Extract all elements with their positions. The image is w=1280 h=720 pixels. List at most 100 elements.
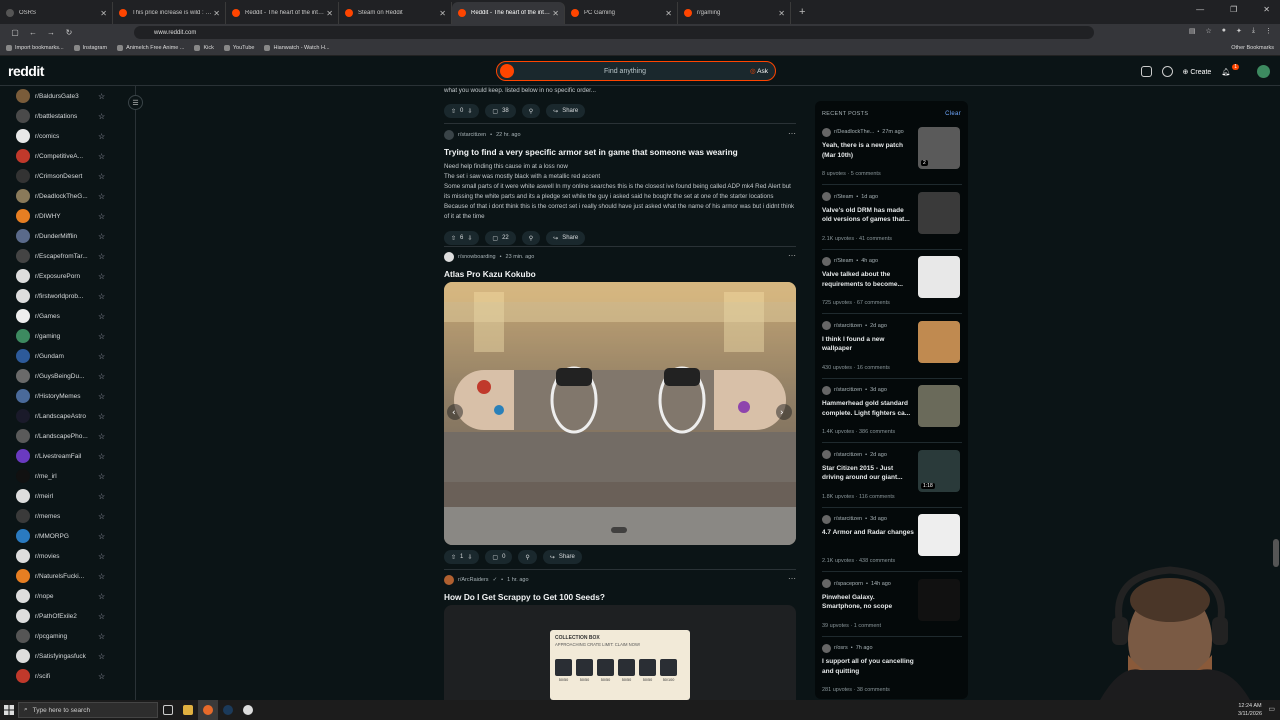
favorite-star-icon[interactable]: ☆: [98, 332, 105, 341]
recent-post-item[interactable]: r/osrs • 7h ago I support all of you cancel…: [822, 643, 962, 699]
browser-tab[interactable]: r/gaming ✕: [678, 2, 791, 24]
favorite-star-icon[interactable]: ☆: [98, 152, 105, 161]
post-subreddit[interactable]: r/snowboarding: [458, 254, 496, 260]
award-button[interactable]: ⚲: [521, 104, 541, 118]
downvote-icon[interactable]: ⇩: [467, 235, 472, 242]
sidebar-toggle-icon[interactable]: ▢: [6, 28, 24, 37]
comments-button[interactable]: ▢ 22: [485, 231, 516, 245]
bookmark-item[interactable]: Import bookmarks...: [6, 45, 64, 51]
recent-post-thumbnail[interactable]: [918, 578, 960, 621]
sidebar-community-item[interactable]: r/ExposurePorn ☆: [0, 266, 135, 286]
recent-post-title[interactable]: 4.7 Armor and Radar changes: [822, 528, 914, 538]
recent-post-title[interactable]: Star Citizen 2015 - Just driving around …: [822, 464, 914, 483]
recent-post-item[interactable]: r/spaceporn • 14h ago Pinwheel Galaxy. Smar…: [822, 578, 962, 643]
other-bookmarks[interactable]: Other Bookmarks: [1231, 45, 1274, 51]
recent-post-thumbnail[interactable]: [918, 191, 960, 234]
favorite-star-icon[interactable]: ☆: [98, 252, 105, 261]
bookmark-item[interactable]: Hianwatch - Watch H...: [264, 45, 330, 51]
favorite-star-icon[interactable]: ☆: [98, 172, 105, 181]
favorite-star-icon[interactable]: ☆: [98, 192, 105, 201]
favorite-star-icon[interactable]: ☆: [98, 372, 105, 381]
favorite-star-icon[interactable]: ☆: [98, 652, 105, 661]
favorite-star-icon[interactable]: ☆: [98, 632, 105, 641]
sidebar-community-item[interactable]: r/pcgaming ☆: [0, 626, 135, 646]
prev-image-icon[interactable]: ‹: [452, 408, 456, 418]
task-view-icon[interactable]: [158, 700, 178, 720]
post-subreddit[interactable]: r/ArcRaiders: [458, 577, 489, 583]
post-card[interactable]: what you would keep. listed below in no …: [444, 76, 796, 118]
favorite-star-icon[interactable]: ☆: [98, 292, 105, 301]
sidebar-community-item[interactable]: r/DunderMifflin ☆: [0, 226, 135, 246]
sidebar-community-item[interactable]: r/nope ☆: [0, 586, 135, 606]
post-card[interactable]: r/snowboarding • 23 min. ago ⋯ Atlas Pro…: [444, 251, 796, 279]
sidebar-community-item[interactable]: r/PathOfExile2 ☆: [0, 606, 135, 626]
user-avatar[interactable]: [1257, 65, 1270, 78]
tab-close-icon[interactable]: ✕: [100, 9, 107, 18]
favorite-star-icon[interactable]: ☆: [98, 412, 105, 421]
post-card[interactable]: r/ArcRaiders ✓ • 1 hr. ago ⋯ How Do I Ge…: [444, 574, 796, 602]
browser-tab[interactable]: OSRS ✕: [0, 2, 113, 24]
sidebar-community-item[interactable]: r/memes ☆: [0, 506, 135, 526]
create-button[interactable]: ⊕ Create: [1183, 68, 1212, 76]
recent-post-title[interactable]: I think I found a new wallpaper: [822, 335, 914, 354]
firefox-icon[interactable]: [198, 700, 218, 720]
favorite-star-icon[interactable]: ☆: [98, 532, 105, 541]
sidebar-community-item[interactable]: r/LandscapeAstro ☆: [0, 406, 135, 426]
recent-post-subreddit[interactable]: r/spaceporn: [834, 581, 863, 587]
sidebar-community-item[interactable]: r/DIWHY ☆: [0, 206, 135, 226]
ask-button[interactable]: ◎ Ask: [750, 67, 768, 75]
minimize-icon[interactable]: —: [1196, 5, 1204, 14]
recent-post-subreddit[interactable]: r/Steam: [834, 194, 853, 200]
sidebar-community-item[interactable]: r/GuysBeingDu... ☆: [0, 366, 135, 386]
sidebar-community-item[interactable]: r/CompetitiveA... ☆: [0, 146, 135, 166]
more-options-icon[interactable]: ⋯: [788, 574, 796, 583]
vote-button[interactable]: ⇧ 0 ⇩: [444, 104, 480, 118]
notification-icon[interactable]: 🔔︎: [1221, 68, 1230, 76]
sidebar-community-item[interactable]: r/Games ☆: [0, 306, 135, 326]
recent-post-title[interactable]: Valve talked about the requirements to b…: [822, 270, 914, 289]
more-options-icon[interactable]: ⋯: [788, 251, 796, 260]
favorite-star-icon[interactable]: ☆: [98, 352, 105, 361]
sidebar-community-item[interactable]: r/MMORPG ☆: [0, 526, 135, 546]
favorite-star-icon[interactable]: ☆: [98, 552, 105, 561]
recent-post-title[interactable]: I support all of you cancelling and quit…: [822, 657, 914, 676]
sidebar-community-item[interactable]: r/scifi ☆: [0, 666, 135, 686]
favorite-star-icon[interactable]: ☆: [98, 312, 105, 321]
favorite-star-icon[interactable]: ☆: [98, 212, 105, 221]
favorite-star-icon[interactable]: ☆: [98, 672, 105, 681]
new-tab-icon[interactable]: +: [799, 6, 805, 18]
favorite-star-icon[interactable]: ☆: [98, 392, 105, 401]
tab-close-icon[interactable]: ✕: [326, 9, 333, 18]
award-button[interactable]: ⚲: [521, 231, 541, 245]
vote-button[interactable]: ⇧ 1 ⇩: [444, 550, 480, 564]
sidebar-community-item[interactable]: r/HistoryMemes ☆: [0, 386, 135, 406]
recent-post-item[interactable]: r/starcitizen • 2d ago Star Citizen 2015 - …: [822, 449, 962, 514]
clear-button[interactable]: Clear: [945, 111, 961, 117]
sidebar-community-item[interactable]: r/movies ☆: [0, 546, 135, 566]
bookmark-item[interactable]: Animelch Free Anime ...: [117, 45, 184, 51]
tab-close-icon[interactable]: ✕: [552, 9, 559, 18]
favorite-star-icon[interactable]: ☆: [98, 432, 105, 441]
upvote-icon[interactable]: ⇧: [451, 108, 456, 115]
recent-post-title[interactable]: Valve's old DRM has made old versions of…: [822, 206, 914, 225]
post-title[interactable]: How Do I Get Scrappy to Get 100 Seeds?: [444, 592, 796, 602]
favorite-star-icon[interactable]: ☆: [98, 512, 105, 521]
share-button[interactable]: ↪ Share: [546, 104, 586, 118]
favorite-star-icon[interactable]: ☆: [98, 272, 105, 281]
browser-tab[interactable]: Steam on Reddit ✕: [339, 2, 452, 24]
upvote-icon[interactable]: ⇧: [451, 554, 456, 561]
sidebar-community-item[interactable]: r/Satisfyingasfuck ☆: [0, 646, 135, 666]
post-image-collection[interactable]: COLLECTION BOX APPROACHING CRATE LIMIT: …: [444, 605, 796, 700]
sidebar-community-item[interactable]: r/me_irl ☆: [0, 466, 135, 486]
downvote-icon[interactable]: ⇩: [467, 108, 472, 115]
browser-tab[interactable]: Reddit - The heart of the internet ✕: [452, 2, 565, 24]
recent-post-title[interactable]: Pinwheel Galaxy. Smartphone, no scope: [822, 593, 914, 612]
sidebar-community-item[interactable]: r/comics ☆: [0, 126, 135, 146]
recent-post-thumbnail[interactable]: [918, 514, 960, 556]
next-image-icon[interactable]: ›: [780, 408, 784, 418]
menu-icon[interactable]: ⋮: [1265, 27, 1272, 35]
favorite-star-icon[interactable]: ☆: [98, 572, 105, 581]
vote-button[interactable]: ⇧ 6 ⇩: [444, 231, 480, 245]
recent-post-title[interactable]: Hammerhead gold standard complete. Light…: [822, 399, 914, 418]
sidebar-community-item[interactable]: r/gaming ☆: [0, 326, 135, 346]
